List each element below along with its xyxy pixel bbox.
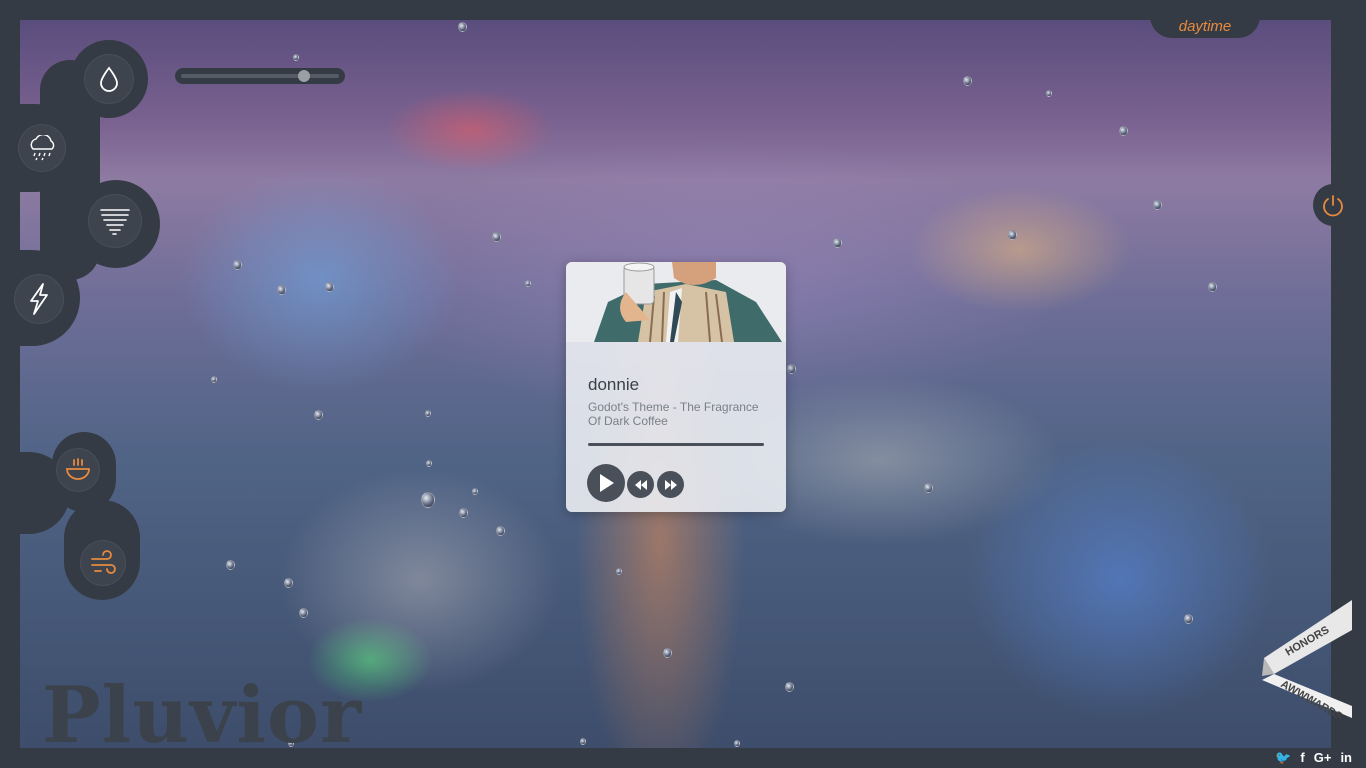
- rain-cloud-button[interactable]: [18, 124, 66, 172]
- slider-thumb[interactable]: [297, 70, 310, 82]
- track-title: Godot's Theme - The Fragrance Of Dark Co…: [588, 400, 759, 428]
- raindrop: [616, 568, 622, 575]
- raindrop: [833, 238, 842, 248]
- rewind-icon: [634, 479, 647, 490]
- twitter-icon[interactable]: 🐦: [1275, 750, 1291, 766]
- album-art: [566, 262, 786, 342]
- social-links: 🐦 f G+ in: [1275, 750, 1352, 766]
- lightning-icon: [30, 283, 48, 315]
- raindrop: [580, 738, 586, 745]
- raindrop: [293, 54, 299, 61]
- track-progress[interactable]: [588, 443, 764, 446]
- rain-cloud-icon: [30, 135, 55, 161]
- raindrop: [421, 492, 435, 508]
- raindrop: [459, 508, 468, 518]
- volume-slider[interactable]: [175, 68, 345, 84]
- raindrop: [426, 460, 432, 467]
- raindrop: [1046, 90, 1052, 97]
- facebook-icon[interactable]: f: [1300, 750, 1304, 766]
- music-player-card: donnie Godot's Theme - The Fragrance Of …: [566, 262, 786, 512]
- power-button[interactable]: [1319, 192, 1347, 220]
- raindrop: [211, 376, 217, 383]
- fast-forward-icon: [664, 479, 677, 490]
- rain-drop-icon: [100, 66, 118, 92]
- rain-drop-button[interactable]: [84, 54, 134, 104]
- raindrop: [325, 282, 334, 292]
- raindrop: [458, 22, 467, 32]
- raindrop: [299, 608, 308, 618]
- awards-bottom-text: AWWWARDS: [1279, 678, 1345, 718]
- rewind-button[interactable]: [627, 471, 654, 498]
- raindrop: [1119, 126, 1128, 136]
- wind-button[interactable]: [80, 540, 126, 586]
- power-icon: [1323, 195, 1343, 217]
- app-logo: Pluvior: [42, 670, 363, 761]
- raindrop: [785, 682, 794, 692]
- raindrop: [233, 260, 242, 270]
- google-plus-icon[interactable]: G+: [1314, 750, 1332, 766]
- coffee-icon: [66, 458, 90, 480]
- raindrop: [663, 648, 672, 658]
- raindrop: [284, 578, 293, 588]
- raindrop: [525, 280, 531, 287]
- play-icon: [600, 474, 614, 492]
- character-illustration: [594, 262, 782, 342]
- raindrop: [1153, 200, 1162, 210]
- linkedin-icon[interactable]: in: [1340, 750, 1352, 766]
- fast-forward-button[interactable]: [657, 471, 684, 498]
- mode-tab[interactable]: daytime: [1150, 14, 1260, 38]
- raindrop: [226, 560, 235, 570]
- coffee-button[interactable]: [56, 448, 100, 492]
- wind-swirl-icon: [100, 209, 130, 235]
- raindrop: [1008, 230, 1017, 240]
- raindrop: [924, 483, 933, 493]
- raindrop: [314, 410, 323, 420]
- play-button[interactable]: [587, 464, 625, 502]
- slider-track: [181, 74, 339, 78]
- raindrop: [277, 285, 286, 295]
- raindrop: [1208, 282, 1217, 292]
- artist-name: donnie: [588, 375, 640, 394]
- raindrop: [963, 76, 972, 86]
- raindrop: [734, 740, 740, 747]
- awards-badge[interactable]: HONORS AWWWARDS: [1262, 600, 1352, 718]
- raindrop: [492, 232, 501, 242]
- raindrop: [496, 526, 505, 536]
- awards-ribbon: HONORS AWWWARDS: [1262, 600, 1352, 718]
- mode-label: daytime: [1178, 18, 1232, 35]
- lightning-button[interactable]: [14, 274, 64, 324]
- raindrop: [1184, 614, 1193, 624]
- wind-swirl-button[interactable]: [88, 194, 142, 248]
- raindrop: [787, 364, 796, 374]
- raindrop: [425, 410, 431, 417]
- wind-icon: [91, 550, 116, 574]
- raindrop: [472, 488, 478, 495]
